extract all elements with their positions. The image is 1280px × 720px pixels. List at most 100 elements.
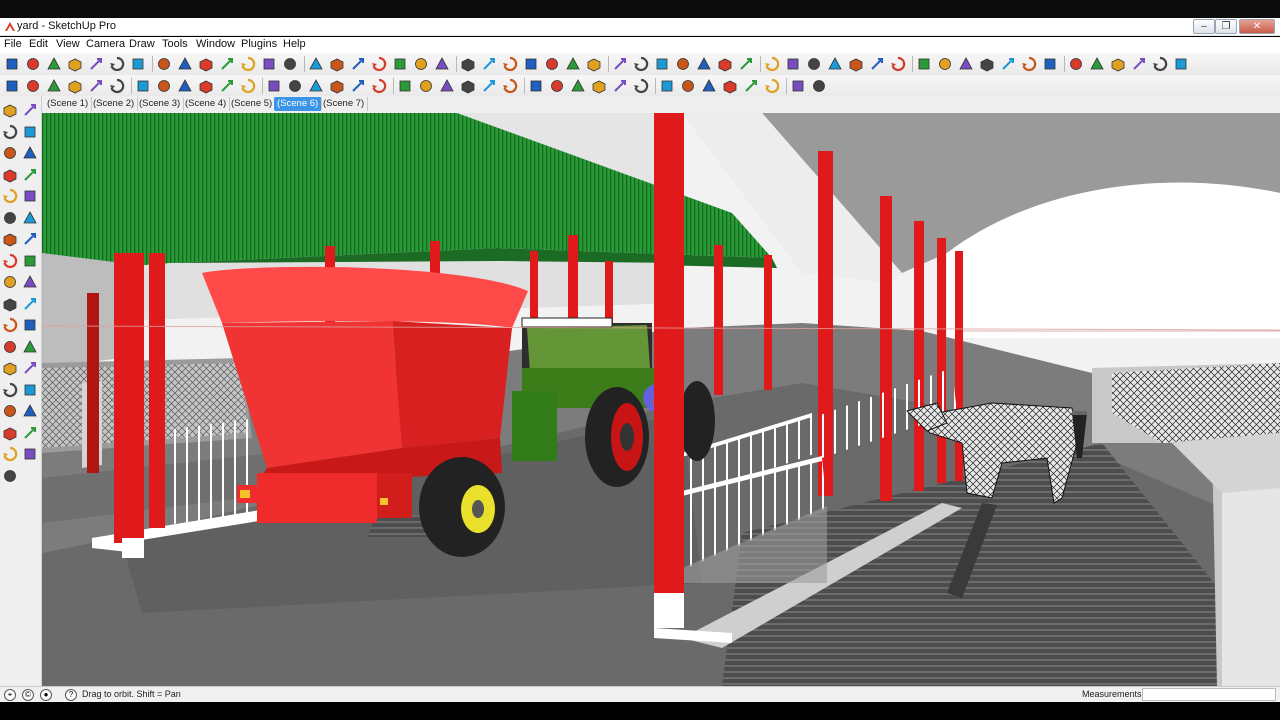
user-icon[interactable]: ● (40, 689, 52, 701)
pyramid-icon[interactable] (177, 78, 193, 94)
menu-draw[interactable]: Draw (129, 38, 155, 50)
solid-union-icon[interactable] (979, 56, 995, 72)
box-wire-icon[interactable] (549, 78, 565, 94)
zoom-2-icon[interactable] (654, 56, 670, 72)
offset-icon[interactable] (240, 56, 256, 72)
rectangle-icon[interactable] (46, 56, 62, 72)
rectangle-icon[interactable] (2, 145, 18, 161)
dimension-icon[interactable] (371, 56, 387, 72)
menu-file[interactable]: File (4, 38, 22, 50)
menu-tools[interactable]: Tools (162, 38, 188, 50)
ball-icon[interactable] (397, 78, 413, 94)
solid-subtract-icon[interactable] (1000, 56, 1016, 72)
credits-icon[interactable]: © (22, 689, 34, 701)
terrain-icon[interactable] (22, 446, 38, 462)
right-view-icon[interactable] (544, 56, 560, 72)
zoom-extents-icon[interactable] (329, 56, 345, 72)
tab-scene-1[interactable]: (Scene 1) (44, 97, 93, 111)
text-icon[interactable] (22, 296, 38, 312)
scale-icon[interactable] (2, 253, 18, 269)
box-blue-icon[interactable] (612, 78, 628, 94)
menu-plugins[interactable]: Plugins (241, 38, 277, 50)
front-view-icon[interactable] (523, 56, 539, 72)
menu-help[interactable]: Help (283, 38, 306, 50)
align-icon[interactable] (701, 78, 717, 94)
measure-icon[interactable] (722, 78, 738, 94)
hidden-line-icon[interactable] (827, 56, 843, 72)
zoom-window-icon[interactable] (22, 360, 38, 376)
instructor-icon[interactable]: ? (65, 689, 77, 701)
play-scene-icon[interactable] (4, 78, 20, 94)
axes-icon[interactable] (434, 56, 450, 72)
orbit-icon[interactable] (261, 56, 277, 72)
rotate-icon[interactable] (198, 56, 214, 72)
shaded-textures-icon[interactable] (869, 56, 885, 72)
circle-icon[interactable] (2, 167, 18, 183)
shadow-icon[interactable] (1089, 56, 1105, 72)
tab-scene-4[interactable]: (Scene 4) (182, 97, 231, 111)
menu-edit[interactable]: Edit (29, 38, 48, 50)
flip-icon[interactable] (350, 78, 366, 94)
back-view-icon[interactable] (565, 56, 581, 72)
follow-me-icon[interactable] (22, 231, 38, 247)
3d-text-icon[interactable] (22, 317, 38, 333)
link-icon[interactable] (439, 78, 455, 94)
warehouse-icon[interactable] (1152, 56, 1168, 72)
rotate-icon[interactable] (2, 231, 18, 247)
back-edges-icon[interactable] (785, 56, 801, 72)
add-location-icon[interactable] (2, 446, 18, 462)
walk-icon[interactable] (2, 425, 18, 441)
pan-2-icon[interactable] (633, 56, 649, 72)
zoom-icon[interactable] (308, 56, 324, 72)
menu-view[interactable]: View (56, 38, 80, 50)
tape-measure-icon[interactable] (2, 274, 18, 290)
bevel-icon[interactable] (240, 78, 256, 94)
section-plane-icon[interactable] (22, 425, 38, 441)
zoom-extents-icon[interactable] (22, 382, 38, 398)
move-icon[interactable] (177, 56, 193, 72)
push-pull-icon[interactable] (156, 56, 172, 72)
select-icon[interactable] (4, 56, 20, 72)
box-open-icon[interactable] (528, 78, 544, 94)
cone-icon[interactable] (156, 78, 172, 94)
section-cut-icon[interactable] (958, 56, 974, 72)
3d-text-icon[interactable] (460, 56, 476, 72)
dimension-icon[interactable] (22, 274, 38, 290)
arc-icon[interactable] (22, 167, 38, 183)
torus-icon[interactable] (219, 78, 235, 94)
back-icon[interactable] (88, 78, 104, 94)
tab-scene-7[interactable]: (Scene 7) (320, 97, 369, 111)
dynamic-icon[interactable] (418, 78, 434, 94)
play-icon[interactable] (1042, 56, 1058, 72)
tab-scene-2[interactable]: (Scene 2) (90, 97, 139, 111)
pause-icon[interactable] (46, 78, 62, 94)
move-icon[interactable] (2, 210, 18, 226)
xray-icon[interactable] (764, 56, 780, 72)
cut-icon[interactable] (481, 78, 497, 94)
monochrome-icon[interactable] (890, 56, 906, 72)
tab-scene-6[interactable]: (Scene 6) (274, 97, 323, 111)
line-icon[interactable] (25, 56, 41, 72)
menu-camera[interactable]: Camera (86, 38, 125, 50)
section-plane-icon[interactable] (916, 56, 932, 72)
circle-icon[interactable] (67, 56, 83, 72)
paint-bucket-icon[interactable] (130, 56, 146, 72)
extrude-icon[interactable] (109, 78, 125, 94)
wireframe-icon[interactable] (806, 56, 822, 72)
photo-texture-icon[interactable] (2, 468, 18, 484)
arc-icon[interactable] (88, 56, 104, 72)
sandbox-icon[interactable] (1021, 56, 1037, 72)
line-icon[interactable] (22, 145, 38, 161)
previous-view-icon[interactable] (696, 56, 712, 72)
snap-icon[interactable] (764, 78, 780, 94)
tools-icon[interactable] (460, 78, 476, 94)
zoom-window-icon[interactable] (675, 56, 691, 72)
protractor-icon[interactable] (2, 296, 18, 312)
geo-location-icon[interactable]: ⌖ (4, 689, 16, 701)
push-pull-icon[interactable] (22, 210, 38, 226)
component-icon[interactable] (22, 102, 38, 118)
rotate-3d-icon[interactable] (287, 78, 303, 94)
attach-icon[interactable] (811, 78, 827, 94)
cylinder-icon[interactable] (135, 78, 151, 94)
menu-window[interactable]: Window (196, 38, 235, 50)
